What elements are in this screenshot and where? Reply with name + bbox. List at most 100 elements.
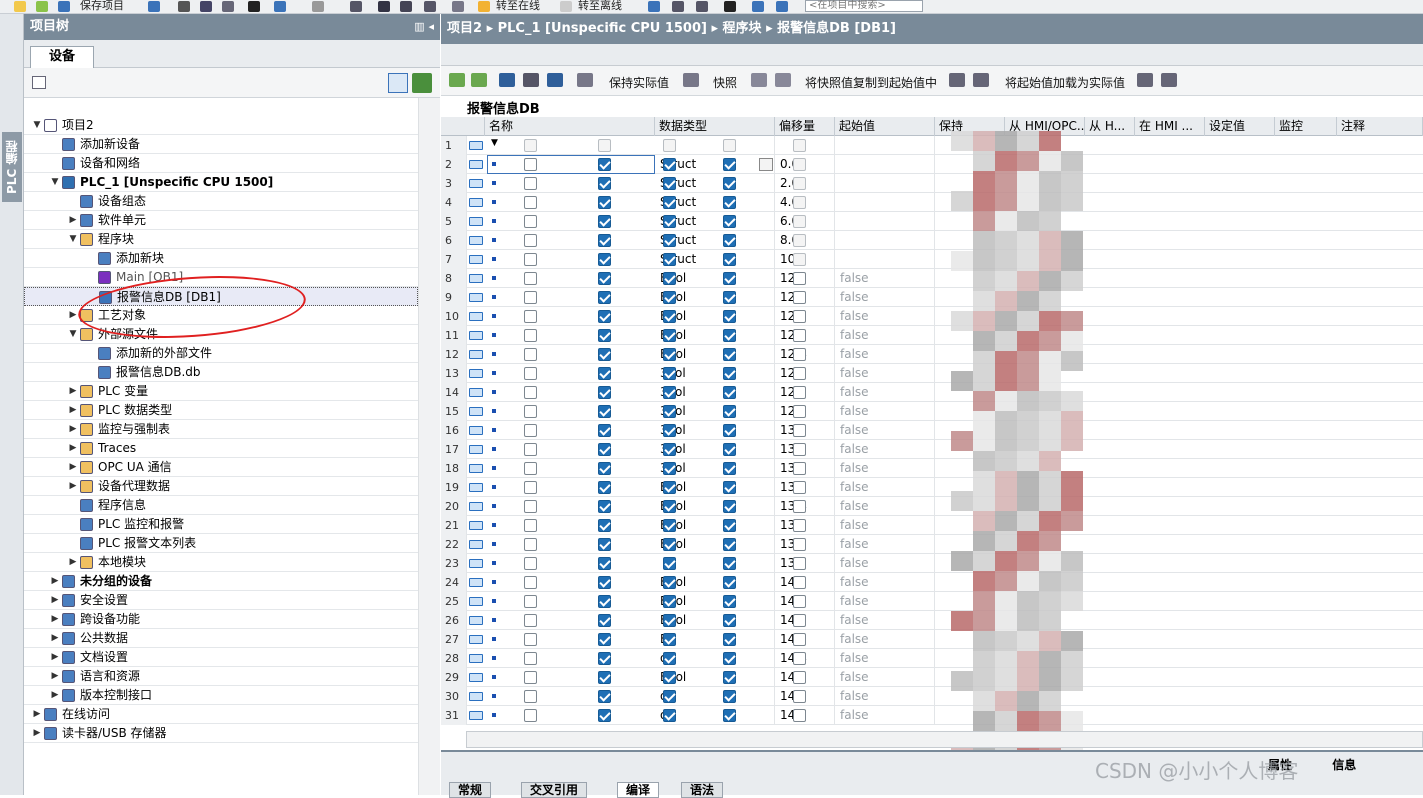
vis-checkbox[interactable] xyxy=(723,348,736,361)
split-horizontal-icon[interactable] xyxy=(752,1,764,12)
hmi-checkbox[interactable] xyxy=(598,196,611,209)
cut-icon[interactable] xyxy=(178,1,190,12)
vis-checkbox[interactable] xyxy=(723,367,736,380)
tree-item[interactable]: ▶ 文档设置 xyxy=(24,648,418,667)
hmi-checkbox[interactable] xyxy=(598,500,611,513)
tree-item[interactable]: ▶ 版本控制接口 xyxy=(24,686,418,705)
retain-checkbox[interactable] xyxy=(524,196,537,209)
table-row[interactable]: 26Bool14.2false xyxy=(441,611,1423,630)
retain-checkbox[interactable] xyxy=(524,519,537,532)
expand-icon[interactable] xyxy=(499,73,515,87)
expanded-arrow-icon[interactable]: ▼ xyxy=(50,173,60,192)
collapsed-arrow-icon[interactable]: ▶ xyxy=(32,724,42,743)
retain-checkbox[interactable] xyxy=(524,215,537,228)
retain-checkbox[interactable] xyxy=(524,405,537,418)
vis-checkbox[interactable] xyxy=(723,576,736,589)
project-search-input[interactable]: <在项目中搜索> xyxy=(805,0,923,12)
set-checkbox[interactable] xyxy=(793,215,806,228)
start-value-cell[interactable]: false xyxy=(835,687,935,706)
collapsed-arrow-icon[interactable]: ▶ xyxy=(32,705,42,724)
plc-programming-tab[interactable]: PLC 编程 xyxy=(2,132,22,202)
hmi-checkbox[interactable] xyxy=(598,234,611,247)
stop-cpu-icon[interactable] xyxy=(696,1,708,12)
add-row-icon[interactable] xyxy=(471,73,487,87)
set-checkbox[interactable] xyxy=(793,253,806,266)
hmiw-checkbox[interactable] xyxy=(663,481,676,494)
go-online-button[interactable]: 转至在线 xyxy=(496,0,540,13)
retain-checkbox[interactable] xyxy=(524,595,537,608)
vis-checkbox[interactable] xyxy=(723,272,736,285)
set-checkbox[interactable] xyxy=(793,595,806,608)
collapsed-arrow-icon[interactable]: ▶ xyxy=(68,439,78,458)
retain-checkbox[interactable] xyxy=(524,234,537,247)
hmi-checkbox[interactable] xyxy=(598,386,611,399)
hmiw-checkbox[interactable] xyxy=(663,614,676,627)
expanded-arrow-icon[interactable]: ▼ xyxy=(68,230,78,249)
start-value-cell[interactable]: false xyxy=(835,402,935,421)
keep-actual-button[interactable]: 保持实际值 xyxy=(609,74,669,91)
table-row[interactable]: 163ool13.0false xyxy=(441,421,1423,440)
hmi-checkbox[interactable] xyxy=(598,481,611,494)
table-row[interactable]: 11Bool12.3false xyxy=(441,326,1423,345)
vis-checkbox[interactable] xyxy=(723,557,736,570)
table-row[interactable]: 30ol14.6false xyxy=(441,687,1423,706)
hmiw-checkbox[interactable] xyxy=(663,690,676,703)
hmiw-checkbox[interactable] xyxy=(663,367,676,380)
insert-row-icon[interactable] xyxy=(449,73,465,87)
hmi-checkbox[interactable] xyxy=(598,614,611,627)
start-value-cell[interactable]: false xyxy=(835,497,935,516)
hmiw-checkbox[interactable] xyxy=(663,177,676,190)
collapse-icon[interactable] xyxy=(523,73,539,87)
overview-icon[interactable] xyxy=(32,76,46,89)
tree-item[interactable]: ▶ 软件单元 xyxy=(24,211,418,230)
set-checkbox[interactable] xyxy=(793,196,806,209)
table-row[interactable]: 19Bool13.3false xyxy=(441,478,1423,497)
set-checkbox[interactable] xyxy=(793,614,806,627)
retain-checkbox[interactable] xyxy=(524,481,537,494)
delete-icon[interactable] xyxy=(248,1,260,12)
collapsed-arrow-icon[interactable]: ▶ xyxy=(50,648,60,667)
accessible-devices-icon[interactable] xyxy=(648,1,660,12)
hmiw-checkbox[interactable] xyxy=(663,652,676,665)
hmiw-checkbox[interactable] xyxy=(663,671,676,684)
tree-item[interactable]: 添加新的外部文件 xyxy=(24,344,418,363)
collapsed-arrow-icon[interactable]: ▶ xyxy=(68,382,78,401)
start-value-cell[interactable]: false xyxy=(835,649,935,668)
vis-checkbox[interactable] xyxy=(723,196,736,209)
hmiw-checkbox[interactable] xyxy=(663,595,676,608)
hmiw-checkbox[interactable] xyxy=(663,405,676,418)
set-checkbox[interactable] xyxy=(793,576,806,589)
col-start[interactable]: 起始值 xyxy=(835,117,935,136)
start-value-cell[interactable] xyxy=(835,174,935,193)
load-icon[interactable] xyxy=(949,73,965,87)
hmiw-checkbox[interactable] xyxy=(663,348,676,361)
set-checkbox[interactable] xyxy=(793,386,806,399)
start-value-cell[interactable]: false xyxy=(835,611,935,630)
set-checkbox[interactable] xyxy=(793,709,806,722)
hmi-checkbox[interactable] xyxy=(598,633,611,646)
hmiw-checkbox[interactable] xyxy=(663,310,676,323)
go-online-icon[interactable] xyxy=(478,1,490,12)
tree-item[interactable]: ▶ 公共数据 xyxy=(24,629,418,648)
tab-compile[interactable]: 编译 xyxy=(617,782,660,798)
load-start-button[interactable]: 将起始值加载为实际值 xyxy=(1005,74,1125,91)
table-row[interactable]: 153ool12.7false xyxy=(441,402,1423,421)
hmi-checkbox[interactable] xyxy=(598,519,611,532)
col-comment[interactable]: 注释 xyxy=(1337,117,1423,136)
split-vertical-icon[interactable] xyxy=(776,1,788,12)
start-value-cell[interactable]: false xyxy=(835,421,935,440)
table-row[interactable]: 3 Struct 2.0 xyxy=(441,174,1423,193)
set-checkbox[interactable] xyxy=(793,481,806,494)
start-value-cell[interactable]: false xyxy=(835,345,935,364)
retain-checkbox[interactable] xyxy=(524,310,537,323)
retain-checkbox[interactable] xyxy=(524,272,537,285)
expanded-arrow-icon[interactable]: ▼ xyxy=(68,325,78,344)
tree-item[interactable]: 添加新块 xyxy=(24,249,418,268)
hmi-checkbox[interactable] xyxy=(598,348,611,361)
start-value-cell[interactable]: false xyxy=(835,307,935,326)
collapsed-arrow-icon[interactable]: ▶ xyxy=(68,420,78,439)
start-value-cell[interactable]: false xyxy=(835,516,935,535)
copy-snapshot-icon[interactable] xyxy=(751,73,767,87)
vis-checkbox[interactable] xyxy=(723,215,736,228)
tree-item[interactable]: 设备和网络 xyxy=(24,154,418,173)
